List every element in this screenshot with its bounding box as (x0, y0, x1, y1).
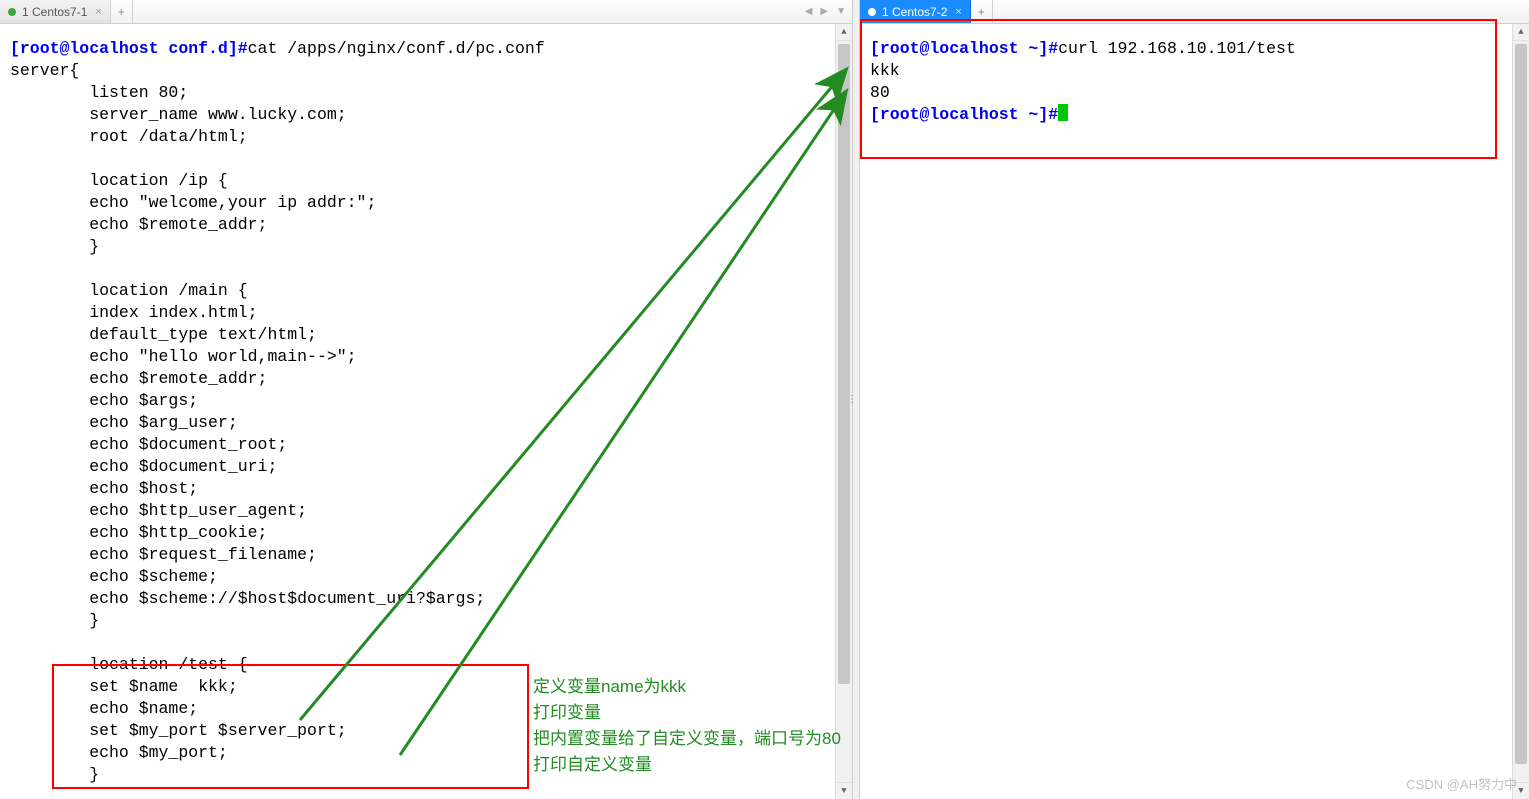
scrollbar-left[interactable]: ▲ ▼ (835, 24, 852, 799)
right-pane: 1 Centos7-2 × + [root@localhost ~]#curl … (860, 0, 1529, 799)
right-tabrow: 1 Centos7-2 × + (860, 0, 1529, 24)
right-terminal[interactable]: [root@localhost ~]#curl 192.168.10.101/t… (860, 24, 1529, 799)
nav-down-icon[interactable]: ▼ (834, 6, 848, 17)
scroll-thumb[interactable] (1515, 44, 1527, 764)
annotation: 打印自定义变量 (533, 750, 652, 775)
tab-label: 1 Centos7-2 (882, 5, 947, 19)
annotation: 定义变量name为kkk (533, 672, 686, 697)
command-text: cat /apps/nginx/conf.d/pc.conf (248, 39, 545, 58)
prompt: [root@localhost conf.d]# (10, 39, 248, 58)
output-line: kkk (870, 61, 900, 80)
watermark: CSDN @AH努力中 (1406, 774, 1517, 793)
tab-centos7-2[interactable]: 1 Centos7-2 × (860, 0, 971, 23)
command-text: curl 192.168.10.101/test (1058, 39, 1296, 58)
nav-right-icon[interactable]: ▶ (818, 6, 830, 17)
prompt: [root@localhost ~]# (870, 105, 1058, 124)
close-icon[interactable]: × (955, 6, 961, 18)
terminal-output: server{ listen 80; server_name www.lucky… (10, 61, 485, 784)
annotation: 打印变量 (533, 698, 601, 723)
scroll-up-icon[interactable]: ▲ (836, 24, 852, 41)
left-terminal[interactable]: [root@localhost conf.d]#cat /apps/nginx/… (0, 24, 852, 799)
add-tab-button[interactable]: + (111, 0, 133, 23)
plus-icon: + (978, 5, 985, 19)
cursor-icon (1058, 104, 1068, 121)
add-tab-button[interactable]: + (971, 0, 993, 23)
tab-nav: ◀ ▶ ▼ (803, 0, 852, 23)
tab-centos7-1[interactable]: 1 Centos7-1 × (0, 0, 111, 23)
pane-divider[interactable]: ⋮⋮ (852, 0, 860, 799)
nav-left-icon[interactable]: ◀ (803, 6, 815, 17)
status-dot-icon (868, 8, 876, 16)
output-line: 80 (870, 83, 890, 102)
scroll-up-icon[interactable]: ▲ (1513, 24, 1529, 41)
close-icon[interactable]: × (95, 6, 101, 18)
scrollbar-right[interactable]: ▲ ▼ (1512, 24, 1529, 799)
status-dot-icon (8, 8, 16, 16)
scroll-thumb[interactable] (838, 44, 850, 684)
plus-icon: + (118, 5, 125, 19)
scroll-down-icon[interactable]: ▼ (836, 782, 852, 799)
left-pane: 1 Centos7-1 × + ◀ ▶ ▼ [root@localhost co… (0, 0, 852, 799)
annotation: 把内置变量给了自定义变量，端口号为80 (533, 724, 841, 749)
tab-label: 1 Centos7-1 (22, 5, 87, 19)
prompt: [root@localhost ~]# (870, 39, 1058, 58)
left-tabrow: 1 Centos7-1 × + ◀ ▶ ▼ (0, 0, 852, 24)
